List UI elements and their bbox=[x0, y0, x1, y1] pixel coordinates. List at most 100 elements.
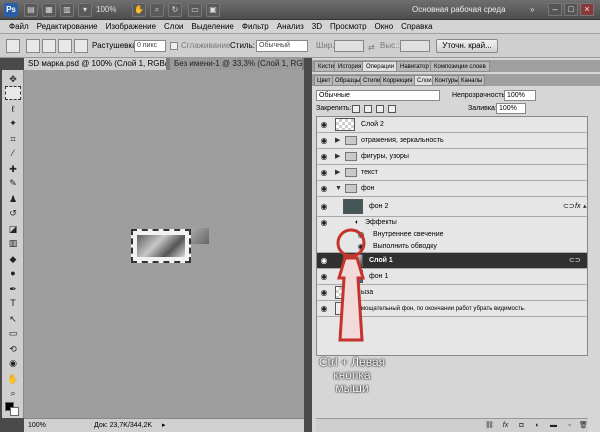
close-icon[interactable]: × bbox=[580, 3, 594, 16]
bridge-icon[interactable]: ▤ bbox=[24, 3, 38, 17]
blur-tool-icon[interactable]: ◆ bbox=[5, 252, 21, 266]
crop-tool-icon[interactable]: ⌗ bbox=[5, 132, 21, 146]
tab-navigator[interactable]: Навигатор bbox=[396, 61, 433, 72]
effect-row[interactable]: ◉ Внутреннее свечение bbox=[317, 229, 587, 241]
eye-icon[interactable]: ◉ bbox=[318, 272, 330, 282]
layer-row[interactable]: ◉ фон 1 bbox=[317, 269, 587, 285]
menu-3d[interactable]: 3D bbox=[309, 20, 325, 33]
screen-mode-icon[interactable]: ▣ bbox=[206, 3, 220, 17]
shape-tool-icon[interactable]: ▭ bbox=[5, 326, 21, 340]
fill-input[interactable]: 100% bbox=[496, 103, 526, 114]
marquee-tool-icon[interactable] bbox=[5, 86, 21, 100]
layer-group-row[interactable]: ◉ ▶ фигуры, узоры bbox=[317, 149, 587, 165]
hand-icon[interactable]: ✋ bbox=[132, 3, 146, 17]
eye-icon[interactable]: ◉ bbox=[355, 230, 367, 240]
width-input[interactable] bbox=[334, 40, 364, 52]
tab-channels[interactable]: Каналы bbox=[458, 75, 486, 86]
dodge-tool-icon[interactable]: ● bbox=[5, 266, 21, 280]
adjustment-layer-icon[interactable]: ◐ bbox=[532, 421, 543, 431]
brush-tool-icon[interactable]: ✎ bbox=[5, 176, 21, 190]
menu-image[interactable]: Изображение bbox=[103, 20, 159, 33]
menu-file[interactable]: Файл bbox=[6, 20, 32, 33]
status-zoom[interactable]: 100% bbox=[28, 421, 46, 431]
antialias-checkbox[interactable] bbox=[170, 42, 178, 50]
tab-layer-comps[interactable]: Композиции слоев bbox=[430, 61, 490, 72]
eraser-icon[interactable]: ◪ bbox=[5, 222, 21, 236]
tab-swatches[interactable]: Образцы bbox=[332, 75, 364, 86]
lock-position-icon[interactable] bbox=[376, 105, 384, 113]
path-selection-icon[interactable]: ↖ bbox=[5, 312, 21, 326]
extras-icon[interactable]: ▾ bbox=[78, 3, 92, 17]
add-selection-icon[interactable] bbox=[42, 39, 56, 53]
tab-history[interactable]: История bbox=[334, 61, 366, 72]
eyedropper-icon[interactable]: ⁄ bbox=[5, 146, 21, 160]
menu-help[interactable]: Справка bbox=[398, 20, 435, 33]
eye-icon[interactable]: ◉ bbox=[318, 136, 330, 146]
style-select[interactable]: Обычный bbox=[256, 40, 308, 52]
layer-row[interactable]: ◉ фон 2 ⊂⊃ fx ▴ bbox=[317, 197, 587, 217]
guides-icon[interactable]: ▥ bbox=[60, 3, 74, 17]
magic-wand-icon[interactable]: ✦ bbox=[5, 116, 21, 130]
chevron-right-icon[interactable]: ▶ bbox=[335, 168, 340, 178]
zoom-tool-icon[interactable]: ⌕ bbox=[5, 386, 21, 400]
lock-pixels-icon[interactable] bbox=[364, 105, 372, 113]
history-brush-icon[interactable]: ↺ bbox=[5, 206, 21, 220]
chevron-right-icon[interactable]: ▸ bbox=[162, 421, 166, 431]
menu-view[interactable]: Просмотр bbox=[327, 20, 370, 33]
trash-icon[interactable]: 🗑 bbox=[578, 421, 589, 431]
layer-row[interactable]: ◉ ыза bbox=[317, 285, 587, 301]
chevron-right-icon[interactable]: ▶ bbox=[335, 152, 340, 162]
zoom-level-select[interactable]: 100% bbox=[96, 4, 128, 16]
minimize-icon[interactable]: – bbox=[548, 3, 562, 16]
eye-icon[interactable]: ◉ bbox=[318, 120, 330, 130]
fx-icon[interactable]: fx bbox=[500, 421, 511, 431]
chevron-down-icon[interactable]: ▼ bbox=[335, 184, 342, 194]
stamp-image[interactable] bbox=[131, 229, 191, 263]
height-input[interactable] bbox=[400, 40, 430, 52]
3d-rotate-icon[interactable]: ⟲ bbox=[5, 342, 21, 356]
eye-icon[interactable]: ◉ bbox=[318, 168, 330, 178]
new-layer-icon[interactable]: ▫ bbox=[564, 421, 575, 431]
subtract-selection-icon[interactable] bbox=[58, 39, 72, 53]
lock-transparency-icon[interactable] bbox=[352, 105, 360, 113]
menu-filter[interactable]: Фильтр bbox=[239, 20, 272, 33]
background-color-swatch[interactable] bbox=[10, 407, 19, 416]
eye-icon[interactable]: ◉ bbox=[318, 184, 330, 194]
opacity-input[interactable]: 100% bbox=[504, 90, 536, 101]
type-tool-icon[interactable]: T bbox=[5, 296, 21, 310]
lasso-tool-icon[interactable]: ℓ bbox=[5, 102, 21, 116]
eye-icon[interactable]: ◉ bbox=[318, 256, 330, 266]
pen-tool-icon[interactable]: ✒ bbox=[5, 282, 21, 296]
effects-row[interactable]: ◉ ◐ Эффекты bbox=[317, 217, 587, 229]
layer-row-selected[interactable]: ◉ Слой 1 ⊂⊃ bbox=[317, 253, 587, 269]
eye-icon[interactable]: ◉ bbox=[318, 304, 330, 314]
chevron-right-icon[interactable]: » bbox=[530, 4, 534, 16]
arrange-documents-icon[interactable]: ▭ bbox=[188, 3, 202, 17]
move-tool-icon[interactable]: ✥ bbox=[5, 72, 21, 86]
eye-icon[interactable]: ◉ bbox=[318, 218, 330, 228]
new-group-icon[interactable]: ▬ bbox=[548, 421, 559, 431]
feather-input[interactable]: 0 пикс bbox=[134, 40, 166, 52]
menu-select[interactable]: Выделение bbox=[188, 20, 236, 33]
tab-adjustments[interactable]: Коррекция bbox=[380, 75, 416, 86]
lock-all-icon[interactable] bbox=[388, 105, 396, 113]
tab-document-2[interactable]: Без имени-1 @ 33,3% (Слой 1, RGB/8) bbox=[170, 58, 302, 70]
layer-group-row[interactable]: ◉ ▶ отражения, зеркальность bbox=[317, 133, 587, 149]
layer-group-row[interactable]: ◉ ▼ фон bbox=[317, 181, 587, 197]
layer-group-row[interactable]: ◉ ▶ текст bbox=[317, 165, 587, 181]
3d-camera-icon[interactable]: ◉ bbox=[5, 356, 21, 370]
menu-edit[interactable]: Редактирование bbox=[34, 20, 101, 33]
refine-edge-button[interactable]: Уточн. край... bbox=[436, 39, 498, 53]
eye-icon[interactable]: ◉ bbox=[318, 202, 330, 212]
menu-layers[interactable]: Слои bbox=[161, 20, 186, 33]
maximize-icon[interactable]: □ bbox=[564, 3, 578, 16]
mask-icon[interactable]: ◘ bbox=[516, 421, 527, 431]
layer-row[interactable]: ◉ мощательный фон, по окончании работ уб… bbox=[317, 301, 587, 317]
clone-stamp-icon[interactable]: ♟ bbox=[5, 192, 21, 206]
eye-icon[interactable]: ◉ bbox=[318, 152, 330, 162]
canvas-area[interactable] bbox=[24, 70, 304, 418]
minibridge-icon[interactable]: ▦ bbox=[42, 3, 56, 17]
effect-row[interactable]: ◉ Выполнить обводку bbox=[317, 241, 587, 253]
healing-brush-icon[interactable]: ✚ bbox=[5, 162, 21, 176]
rotate-view-icon[interactable]: ↻ bbox=[168, 3, 182, 17]
